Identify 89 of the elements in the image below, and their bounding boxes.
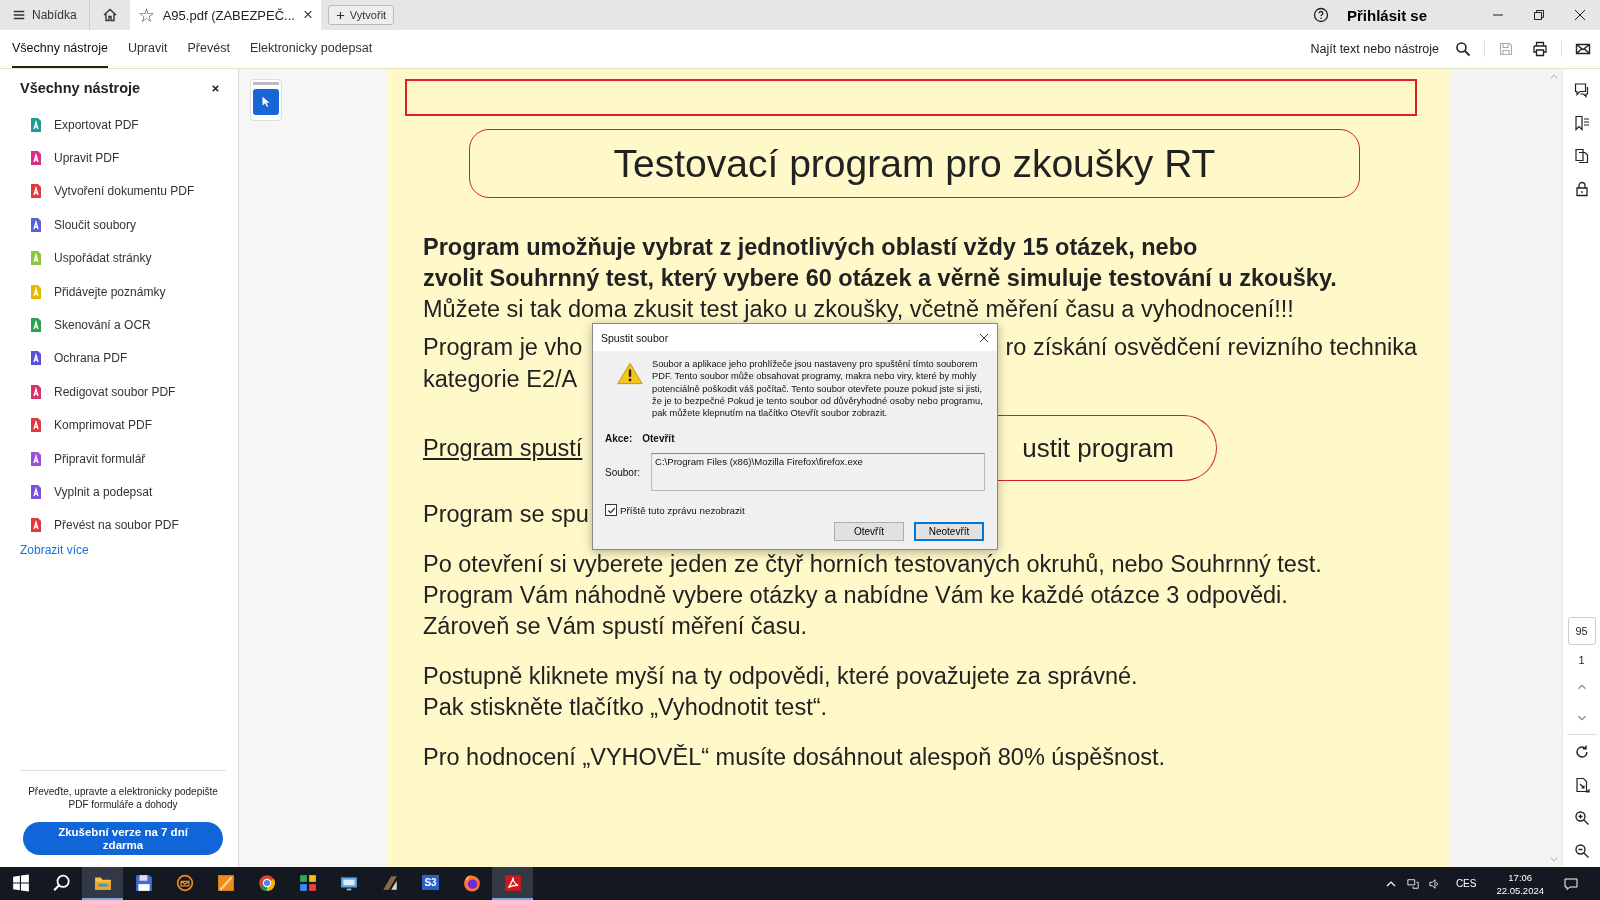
network-icon[interactable] bbox=[1406, 877, 1419, 890]
toolbar-tab[interactable]: Upravit bbox=[127, 30, 168, 68]
tool-item[interactable]: Komprimovat PDF bbox=[20, 408, 238, 442]
page-number-field[interactable]: 95 bbox=[1567, 617, 1596, 645]
promo-text: Převeďte, upravte a elektronicky podepište PDF formuláře a dohody bbox=[28, 785, 218, 811]
page-count: 1 bbox=[1578, 654, 1585, 666]
close-icon[interactable] bbox=[211, 83, 220, 93]
plus-icon bbox=[335, 10, 345, 20]
bold-text-line: Program umožňuje vybrat z jednotlivých oblastí vždy 15 otázek, nebo bbox=[423, 233, 1198, 262]
print-icon[interactable] bbox=[1532, 41, 1548, 57]
toolbar-tab[interactable]: Elektronicky podepsat bbox=[249, 30, 373, 68]
panel-title: Všechny nástroje bbox=[20, 80, 141, 96]
search-icon[interactable] bbox=[1455, 41, 1471, 57]
notification-icon[interactable] bbox=[1564, 877, 1578, 890]
tool-item[interactable]: Sloučit soubory bbox=[20, 208, 238, 242]
close-tab-icon[interactable]: × bbox=[302, 5, 313, 25]
close-icon[interactable] bbox=[979, 332, 989, 343]
envelope-icon[interactable] bbox=[175, 873, 194, 892]
bold-text-line: zvolit Souhrnný test, který vybere 60 otázek a věrně simuluje testování u zkoušky. bbox=[423, 264, 1337, 293]
tool-item[interactable]: Vyplnit a podepsat bbox=[20, 475, 238, 509]
text-line: Postupně kliknete myší na ty odpovědi, které považujete za správné. bbox=[423, 662, 1138, 691]
toolbar-tab[interactable]: Převést bbox=[187, 30, 230, 68]
language-indicator[interactable]: CES bbox=[1455, 878, 1477, 889]
document-title: Testovací program pro zkoušky RT bbox=[469, 129, 1360, 198]
puzzle-icon[interactable] bbox=[298, 873, 317, 892]
zoom-in-icon[interactable] bbox=[1573, 810, 1590, 826]
app-icon[interactable]: S3 bbox=[422, 875, 439, 890]
speaker-icon[interactable] bbox=[1428, 877, 1441, 890]
sign-in-button[interactable]: Přihlásit se bbox=[1346, 6, 1427, 24]
windows-start-icon[interactable] bbox=[11, 873, 30, 892]
zoom-out-icon[interactable] bbox=[1573, 843, 1590, 859]
dialog-button[interactable]: Neotevřít bbox=[914, 522, 984, 542]
text-line: Zároveň se Vám spustí měření času. bbox=[423, 612, 807, 641]
comment-icon[interactable] bbox=[1573, 82, 1590, 98]
home-icon[interactable] bbox=[101, 7, 118, 23]
action-value: Otevřít bbox=[642, 433, 675, 445]
browser-icon[interactable] bbox=[257, 873, 276, 892]
text-line: ro získání osvědčení revizního technika bbox=[1005, 333, 1417, 362]
tool-item[interactable]: Redigovat soubor PDF bbox=[20, 375, 238, 409]
tool-item[interactable]: Upravit PDF bbox=[20, 141, 238, 175]
dialog-title: Spustit soubor bbox=[601, 331, 669, 344]
menu-icon bbox=[12, 8, 26, 22]
app-icon[interactable] bbox=[216, 873, 235, 892]
bookmark-icon[interactable] bbox=[1573, 115, 1590, 131]
tool-item[interactable]: Připravit formulář bbox=[20, 441, 238, 476]
tool-item[interactable]: Skenování a OCR bbox=[20, 308, 238, 342]
tool-item[interactable]: Přidávejte poznámky bbox=[20, 274, 238, 309]
rotate-icon[interactable] bbox=[1573, 744, 1590, 760]
warning-icon bbox=[617, 362, 643, 385]
text-line: Pro hodnocení „VYHOVĚL“ musíte dosáhnout alespoň 80% úspěšnost. bbox=[423, 743, 1165, 772]
dont-show-checkbox[interactable]: Příště tuto zprávu nezobrazit bbox=[605, 504, 985, 517]
text-line: Program se spu bbox=[423, 500, 589, 529]
tool-item[interactable]: Ochrana PDF bbox=[20, 341, 238, 376]
help-icon[interactable] bbox=[1312, 7, 1329, 23]
close-icon[interactable] bbox=[1574, 9, 1586, 21]
find-button[interactable]: Najít text nebo nástroje bbox=[1310, 42, 1439, 56]
document-tab[interactable]: ☆ A95.pdf (ZABEZPEČ... × bbox=[129, 0, 321, 30]
text-line: Můžete si tak doma zkusit test jako u zkoušky, včetně měření času a vyhodnocení!!! bbox=[423, 295, 1294, 324]
text-line: kategorie E2/A bbox=[423, 365, 578, 394]
pages-icon[interactable] bbox=[1573, 148, 1590, 164]
text-line: Program Vám náhodně vybere otázky a nabídne Vám ke každé otázce 3 odpovědi. bbox=[423, 581, 1288, 610]
file-path-field: C:\Program Files (x86)\Mozilla Firefox\firefox.exe bbox=[651, 453, 985, 492]
dialog-button[interactable]: Otevřít bbox=[834, 522, 904, 542]
text-line: Program je vho bbox=[423, 333, 583, 362]
app-icon[interactable] bbox=[380, 873, 399, 892]
show-more-link[interactable]: Zobrazit více bbox=[20, 543, 89, 558]
action-label: Akce: bbox=[605, 433, 633, 445]
program-link[interactable]: Program spustí bbox=[423, 434, 583, 462]
page-fit-icon[interactable] bbox=[1573, 777, 1590, 793]
tool-item[interactable]: Exportovat PDF bbox=[20, 108, 238, 142]
text-line: Pak stiskněte tlačítko „Vyhodnotit test“. bbox=[423, 693, 828, 722]
free-trial-button[interactable]: Zkušební verze na 7 dní zdarma bbox=[23, 822, 223, 855]
select-tool-button[interactable] bbox=[253, 89, 279, 115]
checkmark-icon bbox=[606, 506, 616, 515]
restore-icon[interactable] bbox=[1533, 9, 1545, 21]
mail-icon[interactable] bbox=[1575, 41, 1591, 57]
tool-item[interactable]: Převést na soubor PDF bbox=[20, 508, 238, 543]
browser-icon[interactable] bbox=[462, 873, 481, 892]
tool-item[interactable]: Uspořádat stránky bbox=[20, 241, 238, 275]
tool-item[interactable]: Vytvoření dokumentu PDF bbox=[20, 174, 238, 209]
search-icon[interactable] bbox=[52, 873, 71, 892]
create-button[interactable]: Vytvořit bbox=[327, 5, 395, 25]
star-icon[interactable]: ☆ bbox=[137, 3, 155, 27]
form-field[interactable] bbox=[405, 79, 1417, 116]
clock[interactable]: 17:06 22.05.2024 bbox=[1496, 870, 1544, 897]
pdf-app-icon[interactable] bbox=[503, 873, 522, 892]
lock-icon[interactable] bbox=[1573, 181, 1590, 197]
text-line: Po otevření si vyberete jeden ze čtyř horních testovaných okruhů, nebo Souhrnný test. bbox=[423, 550, 1322, 579]
file-label: Soubor: bbox=[605, 467, 642, 478]
